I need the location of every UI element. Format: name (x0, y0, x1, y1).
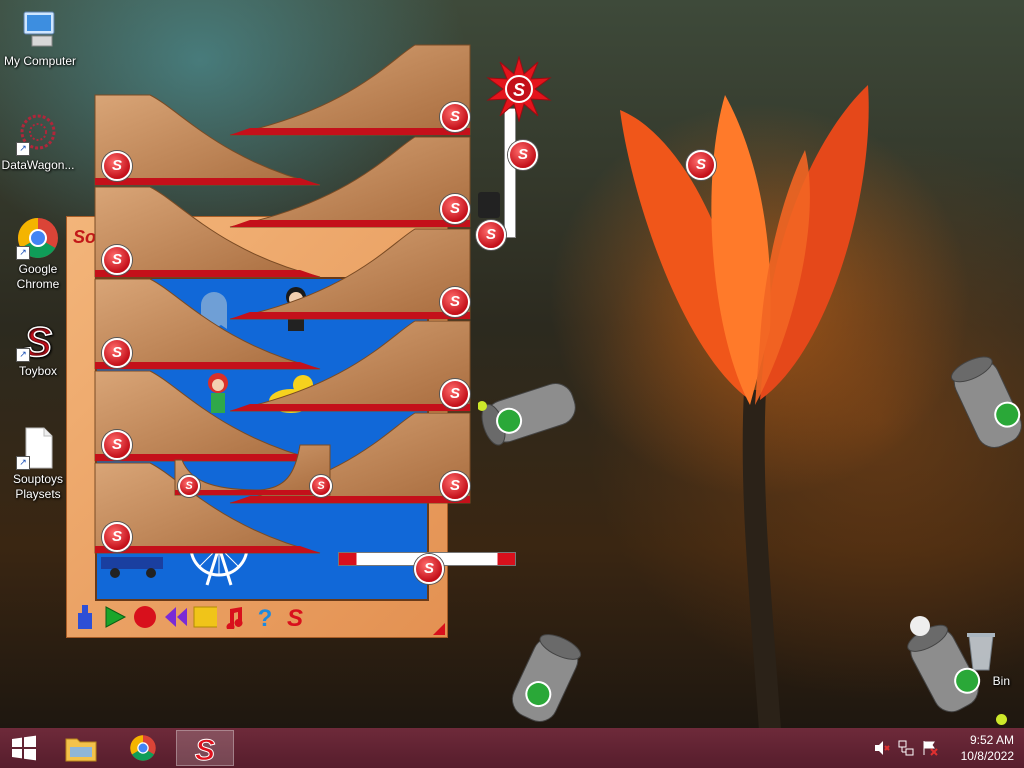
half-pipe-handle-icon[interactable]: S (178, 475, 200, 497)
desktop-icon-label: DataWagon... (1, 158, 75, 172)
play-button[interactable] (103, 605, 127, 629)
shortcut-arrow-icon: ↗ (16, 142, 30, 156)
blue-figure-button[interactable] (73, 605, 97, 629)
clock-time: 9:52 AM (969, 733, 1014, 747)
document-icon: ↗ (16, 426, 60, 470)
half-pipe-handle-icon[interactable]: S (310, 475, 332, 497)
desktop-icon-label: Toybox (18, 364, 58, 378)
svg-text:?: ? (258, 605, 273, 629)
shortcut-arrow-icon: ↗ (16, 246, 30, 260)
ramp-handle-icon[interactable]: S (440, 102, 470, 132)
action-center-flag-icon[interactable] (922, 740, 938, 756)
folder-icon (65, 738, 97, 762)
ramp-handle-icon[interactable]: S (102, 522, 132, 552)
soup-s-icon: S (194, 734, 215, 764)
svg-text:S: S (195, 734, 215, 763)
ramp-handle-icon[interactable]: S (102, 338, 132, 368)
pole-handle-icon[interactable]: S (476, 220, 506, 250)
desktop-icon-souptoys-playsets[interactable]: ↗ Souptoys Playsets (0, 426, 76, 502)
chrome-icon: ↗ (16, 216, 60, 260)
clock-date: 10/8/2022 (960, 749, 1014, 763)
desktop-icon-google-chrome[interactable]: ↗ Google Chrome (0, 216, 76, 292)
chrome-icon (130, 735, 156, 761)
ramp-handle-icon[interactable]: S (102, 151, 132, 181)
ramp-handle-icon[interactable]: S (440, 471, 470, 501)
desktop-icon-label: Souptoys Playsets (12, 472, 64, 501)
taskbar-google-chrome[interactable] (114, 730, 172, 766)
desktop-icon-datawagon[interactable]: ↗ DataWagon... (0, 112, 76, 173)
volume-muted-icon[interactable] (874, 740, 890, 756)
taskbar: S 9:52 AM 10/8/2022 (0, 728, 1024, 768)
computer-icon (18, 8, 62, 52)
ramp-handle-icon[interactable]: S (440, 287, 470, 317)
taskbar-souptoys[interactable]: S (176, 730, 234, 766)
ramp-right[interactable] (229, 44, 471, 136)
desktop-icon-toybox[interactable]: S ↗ Toybox (0, 317, 76, 379)
svg-text:S: S (287, 605, 303, 629)
datawagon-icon: ↗ (16, 112, 60, 156)
bucket-icon[interactable] (478, 192, 500, 218)
shortcut-arrow-icon: ↗ (16, 348, 30, 362)
bar-handle-icon[interactable]: S (414, 554, 444, 584)
shortcut-arrow-icon: ↗ (16, 456, 30, 470)
cannon-icon[interactable] (500, 632, 592, 728)
tulip-wallpaper (620, 85, 869, 728)
soup-s-icon: S ↗ (16, 317, 60, 366)
ramps-overlay (94, 44, 471, 554)
ball-icon[interactable] (996, 714, 1007, 725)
ramp-handle-icon[interactable]: S (440, 194, 470, 224)
music-button[interactable] (223, 605, 247, 629)
floating-handle-icon[interactable]: S (686, 150, 716, 180)
taskbar-file-explorer[interactable] (52, 730, 110, 766)
taskbar-clock[interactable]: 9:52 AM 10/8/2022 (961, 732, 1014, 764)
car-toy-icon[interactable] (101, 557, 165, 579)
rewind-button[interactable] (163, 605, 187, 629)
pole-handle-icon[interactable]: S (508, 140, 538, 170)
desktop-icon-my-computer[interactable]: My Computer (2, 8, 78, 69)
start-button[interactable] (0, 730, 48, 766)
ramp-handle-icon[interactable]: S (102, 245, 132, 275)
cannon-icon[interactable] (950, 352, 1024, 452)
resize-grip[interactable] (433, 623, 445, 635)
desktop-icon-label: Google Chrome (16, 262, 60, 291)
toybox-toolbar: ? S (73, 603, 307, 631)
cannon-icon[interactable] (478, 376, 582, 452)
stop-button[interactable] (193, 605, 217, 629)
vertical-pole[interactable] (504, 108, 516, 238)
ramp-handle-icon[interactable]: S (102, 430, 132, 460)
starburst-icon[interactable]: S (486, 56, 552, 122)
network-icon[interactable] (898, 740, 914, 756)
desktop-icon-label: My Computer (3, 54, 77, 68)
windows-logo-icon (12, 735, 36, 761)
ramp-handle-icon[interactable]: S (440, 379, 470, 409)
soup-s-button[interactable]: S (283, 605, 307, 629)
help-button[interactable]: ? (253, 605, 277, 629)
cannon-icon[interactable] (898, 614, 990, 720)
desktop[interactable]: My Computer ↗ DataWagon... ↗ Google Chro… (0, 0, 1024, 728)
record-button[interactable] (133, 605, 157, 629)
svg-text:S: S (513, 80, 525, 100)
